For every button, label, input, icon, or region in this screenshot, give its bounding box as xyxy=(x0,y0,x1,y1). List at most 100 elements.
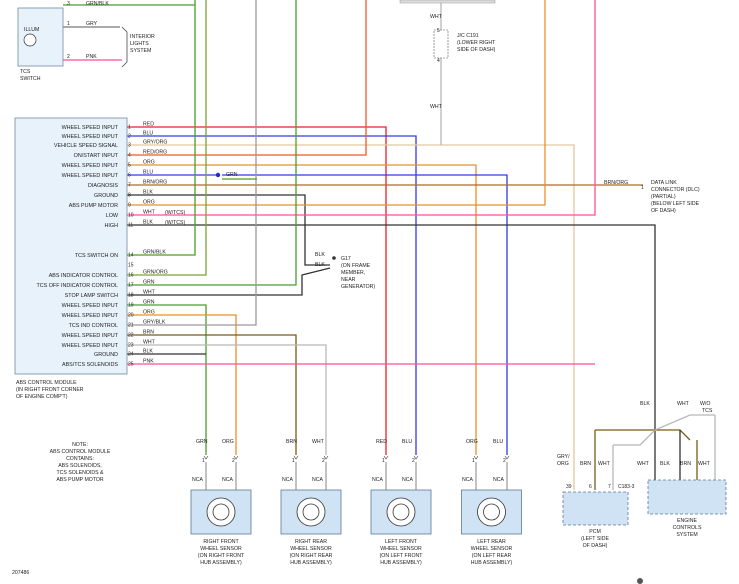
wire-org-pin9 xyxy=(127,0,546,206)
module-title-line: (IN RIGHT FRONT CORNER xyxy=(16,387,84,393)
wire-color-label: BLK xyxy=(640,401,650,407)
wire-color-label: GRN/BLK xyxy=(86,1,109,7)
abs-pin-number: 24 xyxy=(128,352,134,358)
wire-color-label: WHT xyxy=(430,104,443,110)
sensor-label: (ON LEFT REAR xyxy=(472,553,512,559)
ground-label: (ON FRAME xyxy=(341,263,371,269)
pcm-label: (LEFT SIDE xyxy=(581,536,609,542)
sensor-label: (ON LEFT FRONT xyxy=(380,553,424,559)
wire-color-label: BRN xyxy=(286,439,297,445)
wire-color-label: BLK xyxy=(660,461,670,467)
abs-pin-number: 8 xyxy=(128,193,131,199)
bracket xyxy=(121,26,128,68)
wire-color-label: ORG xyxy=(466,439,478,445)
pin-number: 3 xyxy=(67,1,70,7)
note-line: CONTAINS: xyxy=(66,456,94,462)
pin-number: 39 xyxy=(566,484,572,490)
abs-pin-label: TCS SWITCH ON xyxy=(75,253,118,259)
jc-label: SIDE OF DASH) xyxy=(457,47,496,53)
ecs-label: ENGINE xyxy=(677,518,697,524)
wire-color-label: GRY/ORG xyxy=(143,140,167,146)
abs-pin-number: 6 xyxy=(128,173,131,179)
pin-number: 2 xyxy=(503,458,506,464)
sensor-label: (ON RIGHT REAR xyxy=(290,553,333,559)
wo-tcs-label: TCS xyxy=(702,408,713,414)
abs-pin-label: WHEEL SPEED INPUT xyxy=(62,303,119,309)
nca-label: NCA xyxy=(192,477,203,483)
wire-color-label: GRN xyxy=(226,172,238,178)
wire-color-label: BLK xyxy=(315,262,325,268)
wire-color-label: GRY/BLK xyxy=(143,320,166,326)
abs-pin-number: 17 xyxy=(128,283,134,289)
dlc-label: DATA LINK xyxy=(651,180,677,186)
abs-pin-label: ABS PUMP MOTOR xyxy=(69,203,118,209)
wtcs-label: (W/TCS) xyxy=(165,220,185,226)
figure-number: 207486 xyxy=(12,570,29,576)
pin-number: 1 xyxy=(641,185,644,191)
wire-color-label: WHT xyxy=(143,290,156,296)
page-mark xyxy=(637,578,643,584)
abs-pin-label: VEHICLE SPEED SIGNAL xyxy=(54,143,118,149)
pin-number: 1 xyxy=(382,458,385,464)
wire-org-pin5 xyxy=(127,164,477,455)
abs-pin-label: STOP LAMP SWITCH xyxy=(65,293,118,299)
wire-color-label: BLK xyxy=(143,190,153,196)
ground-point xyxy=(332,256,336,260)
ground-label: MEMBER, xyxy=(341,270,365,276)
wire-color-label: PNK xyxy=(86,54,97,60)
pcm-label: OF DASH) xyxy=(583,543,608,549)
ecs-label: CONTROLS xyxy=(673,525,702,531)
wire-layer xyxy=(63,0,716,490)
jc-label: (LOWER RIGHT xyxy=(457,40,496,46)
pin-number: 2 xyxy=(67,54,70,60)
nca-label: NCA xyxy=(312,477,323,483)
wire-color-label: GRY/ xyxy=(557,454,570,460)
abs-pin-label: TCS OFF INDICATOR CONTROL xyxy=(36,283,118,289)
module-title-line: ABS CONTROL MODULE xyxy=(16,380,77,386)
abs-pin-label: LOW xyxy=(106,213,119,219)
sensor-label: HUB ASSEMBLY) xyxy=(200,560,242,566)
sensor-label: HUB ASSEMBLY) xyxy=(380,560,422,566)
wire-color-label: BRN xyxy=(680,461,691,467)
wire-color-label: WHT xyxy=(143,210,156,216)
abs-pin-label: WHEEL SPEED INPUT xyxy=(62,125,119,131)
sensor-circle xyxy=(477,497,506,527)
wire-color-label: WHT xyxy=(677,401,690,407)
interior-lights-label: INTERIOR xyxy=(130,34,155,40)
wire-color-label: BRN xyxy=(580,461,591,467)
wire-color-label: ORG xyxy=(222,439,234,445)
dlc-label: (BELOW LEFT SIDE xyxy=(651,201,700,207)
wire-color-label: BLU xyxy=(493,439,503,445)
abs-pin-number: 21 xyxy=(128,323,134,329)
label-layer: WHEEL SPEED INPUT 1 RED WHEEL SPEED INPUT 2 B… xyxy=(12,1,713,576)
tcs-switch-label: SWITCH xyxy=(20,76,41,82)
abs-pin-number: 3 xyxy=(128,143,131,149)
pin-number: 1 xyxy=(202,458,205,464)
wire-color-label: BRN/ORG xyxy=(143,180,167,186)
abs-pin-number: 15 xyxy=(128,263,134,269)
wire-color-label: WHT xyxy=(430,14,443,20)
abs-pin-number: 14 xyxy=(128,253,134,259)
abs-pin-label: DIAGNOSIS xyxy=(88,183,118,189)
sensor-label: RIGHT REAR xyxy=(295,539,327,545)
interior-lights-label: SYSTEM xyxy=(130,48,151,54)
sensor-label: WHEEL SENSOR xyxy=(200,546,242,552)
ground-label: NEAR xyxy=(341,277,356,283)
engine-controls-box xyxy=(647,479,727,515)
wire-color-label: GRN xyxy=(196,439,208,445)
abs-pin-label: GROUND xyxy=(94,193,118,199)
nca-label: NCA xyxy=(402,477,413,483)
pin-number: 2 xyxy=(232,458,235,464)
sensor-label: WHEEL SENSOR xyxy=(290,546,332,552)
note-line: ABS PUMP MOTOR xyxy=(56,477,104,483)
abs-pin-label: ABS/TCS SOLENOIDS xyxy=(62,362,118,368)
abs-pin-number: 22 xyxy=(128,333,134,339)
abs-pin-label: HIGH xyxy=(105,223,119,229)
sensor-label: RIGHT FRONT xyxy=(203,539,239,545)
abs-pin-label: WHEEL SPEED INPUT xyxy=(62,333,119,339)
wire-color-label: BLU xyxy=(143,170,153,176)
sensor-label: HUB ASSEMBLY) xyxy=(471,560,513,566)
note-line: TCS SOLENOIDS & xyxy=(57,470,105,476)
connector-label: C183-3 xyxy=(618,484,635,490)
wire-red-org-pin4 xyxy=(127,0,367,156)
